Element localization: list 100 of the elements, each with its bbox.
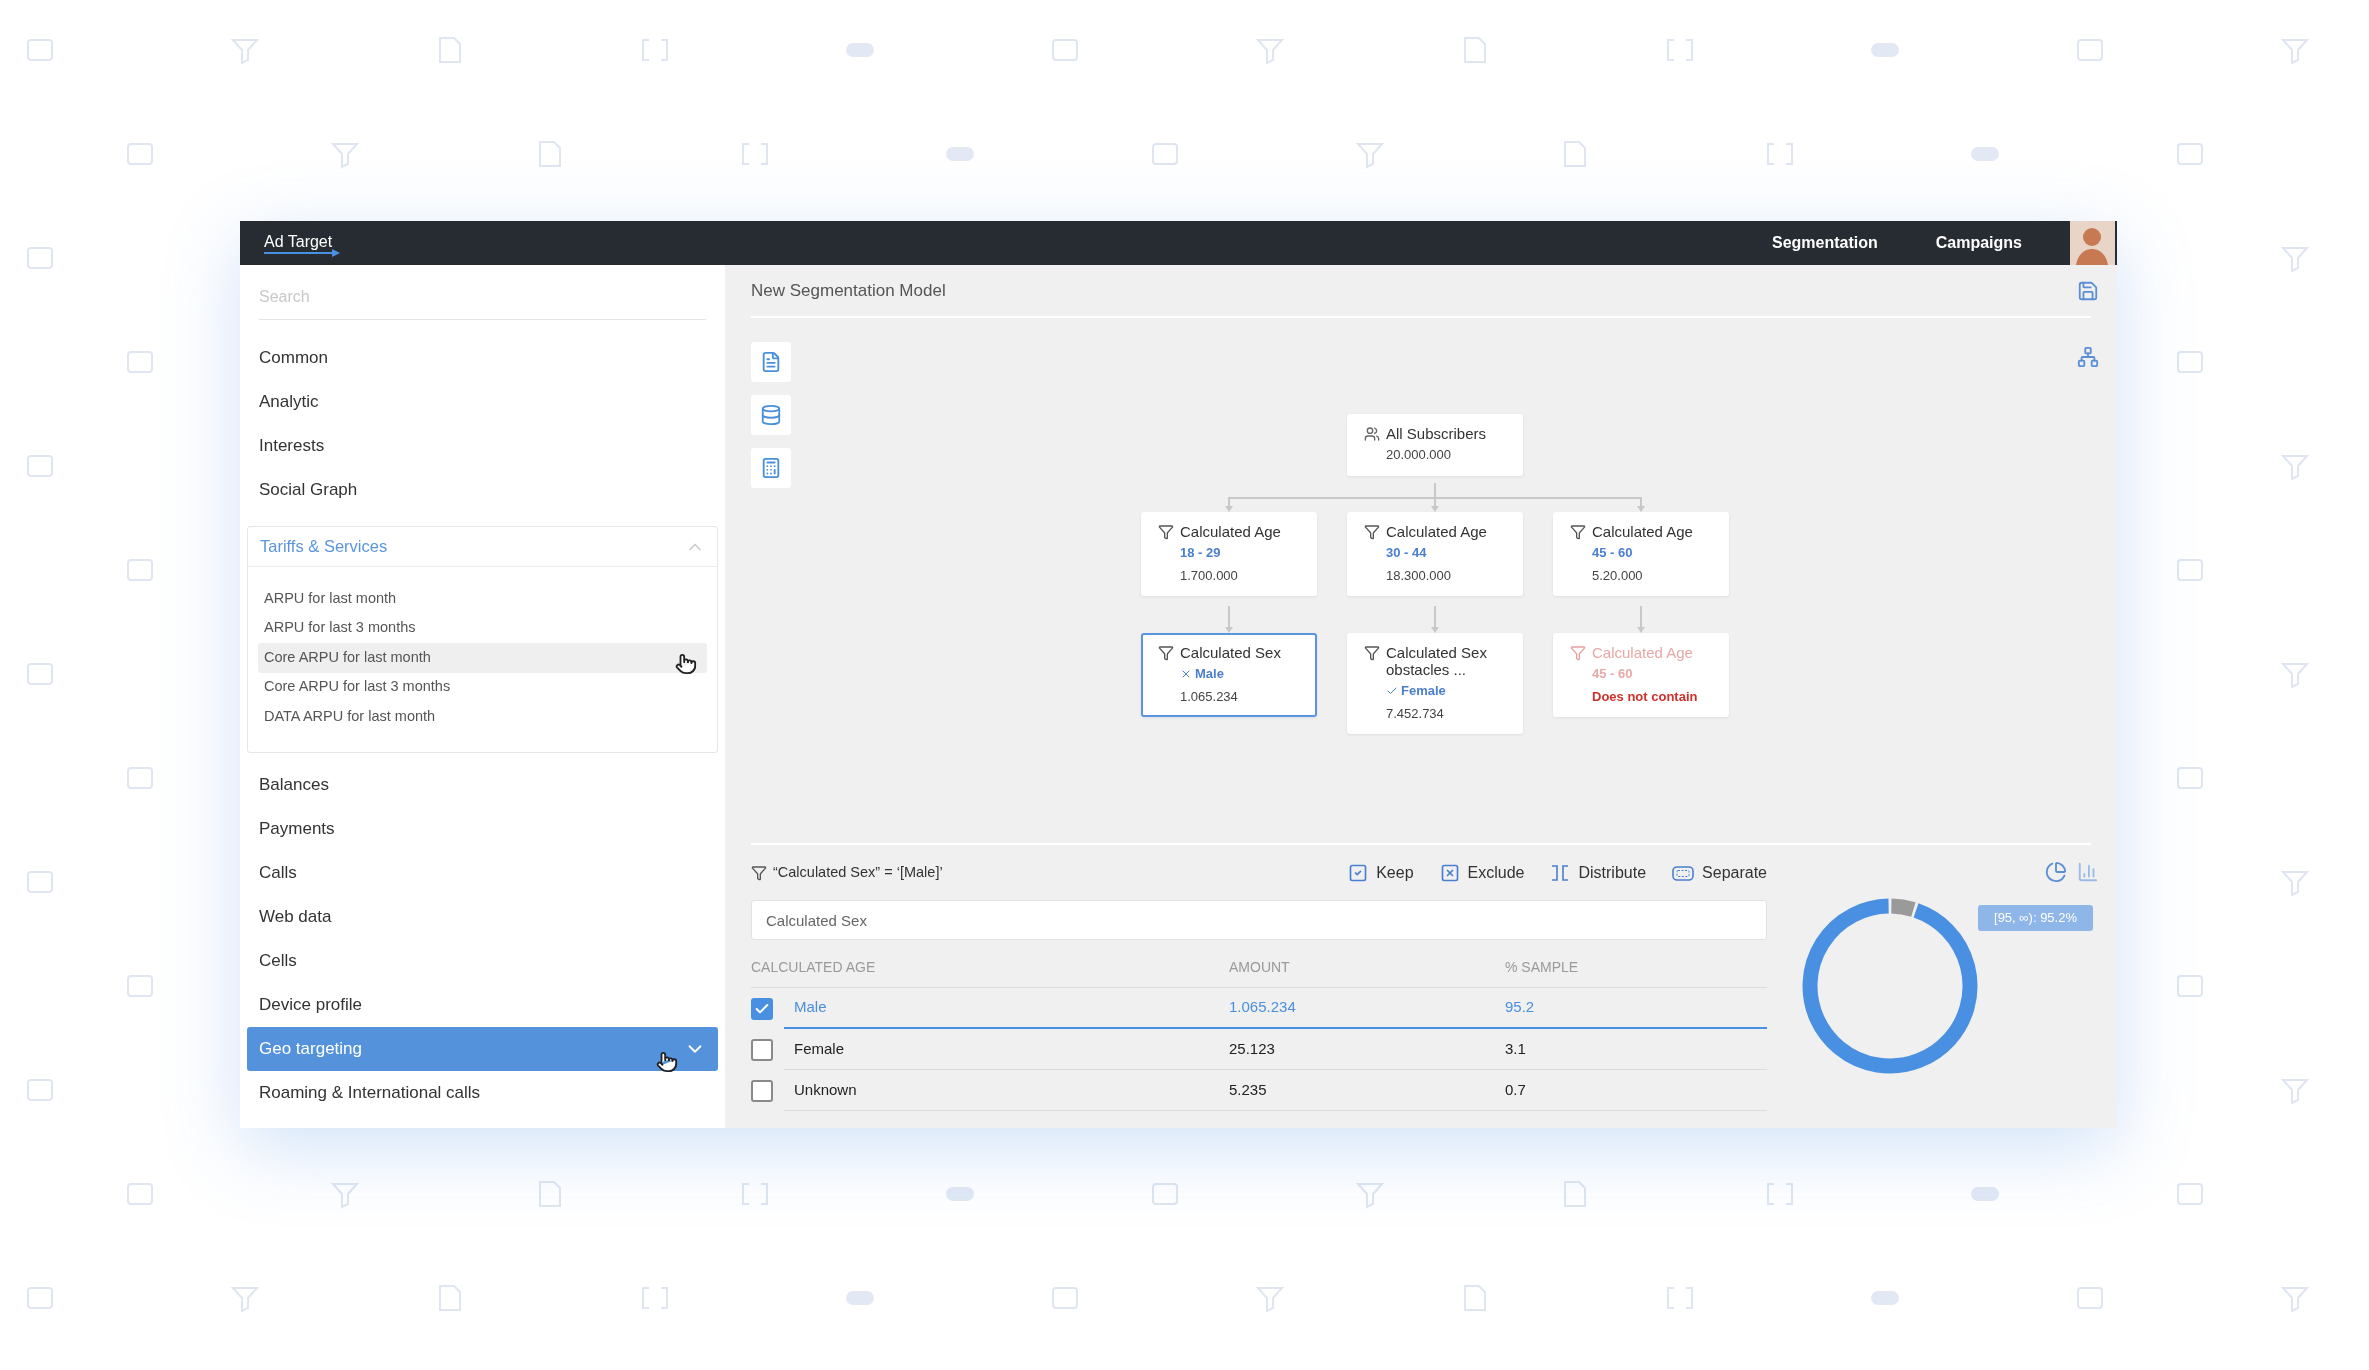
filter-icon <box>2280 1287 2310 1313</box>
table-row[interactable]: Unknown 5.235 0.7 <box>784 1070 1767 1111</box>
document-icon <box>1564 141 1586 167</box>
calculator-icon <box>760 457 782 479</box>
toggle-icon <box>1871 43 1899 57</box>
hierarchy-icon[interactable] <box>2077 346 2099 368</box>
row-checkbox[interactable] <box>751 1038 773 1061</box>
connector-arrow <box>1637 497 1645 512</box>
checkbox-icon <box>1348 862 1369 883</box>
table-row[interactable]: Female 25.123 3.1 <box>784 1029 1767 1070</box>
square-icon <box>1152 143 1178 165</box>
category-item[interactable]: Analytic <box>247 380 718 424</box>
filter-icon <box>230 1287 260 1313</box>
category-item[interactable]: Cells <box>247 938 718 983</box>
square-icon <box>27 247 53 269</box>
filter-action[interactable]: Keep <box>1348 860 1414 885</box>
row-checkbox[interactable] <box>751 997 773 1020</box>
node-title: Calculated Sex <box>1180 644 1281 661</box>
square-icon <box>27 39 53 61</box>
node-value: 30 - 44 <box>1386 544 1427 562</box>
segment-node[interactable]: Calculated Age 18 - 29 1.700.000 <box>1141 512 1317 596</box>
segment-node[interactable]: Calculated Sex obstacles ... Female 7.452.734 <box>1347 633 1523 734</box>
node-note: Does not contain <box>1592 687 1699 706</box>
filter-action[interactable]: Distribute <box>1550 860 1647 885</box>
document-icon <box>439 1285 461 1311</box>
filter-action[interactable]: Exclude <box>1439 860 1525 885</box>
category-item[interactable]: Social Graph <box>247 468 718 512</box>
filter-icon <box>2280 39 2310 65</box>
filter-icon <box>1158 645 1174 661</box>
node-count: 18.300.000 <box>1386 566 1453 585</box>
category-item[interactable]: Interests <box>247 424 718 468</box>
toggle-icon <box>946 1187 974 1201</box>
avatar[interactable] <box>2070 221 2115 265</box>
category-item[interactable]: Balances <box>247 762 718 807</box>
square-icon <box>2177 767 2203 789</box>
model-title: New Segmentation Model <box>751 279 946 302</box>
square-icon <box>127 975 153 997</box>
app-logo[interactable]: Ad Target <box>264 232 333 254</box>
sub-item[interactable]: ARPU for last month <box>258 584 707 614</box>
document-tool[interactable] <box>751 342 791 382</box>
connector-arrow <box>1225 605 1233 633</box>
category-item[interactable]: Device profile <box>247 982 718 1027</box>
square-icon <box>2177 351 2203 373</box>
sub-item[interactable]: ARPU for last 3 months <box>258 613 707 643</box>
filter-icon <box>1364 645 1380 661</box>
cross-box-icon <box>1439 862 1460 883</box>
calculator-tool[interactable] <box>751 448 791 488</box>
filter-action[interactable]: Separate <box>1672 860 1767 885</box>
save-icon[interactable] <box>2077 279 2099 302</box>
square-icon <box>1052 1287 1078 1309</box>
category-item[interactable]: Roaming & International calls <box>247 1070 718 1115</box>
square-icon <box>27 1079 53 1101</box>
sub-item[interactable]: DATA ARPU for last month <box>258 702 707 732</box>
category-item[interactable]: Calls <box>247 850 718 895</box>
brackets-icon <box>642 1287 668 1309</box>
square-icon <box>2177 143 2203 165</box>
value-field[interactable]: Calculated Sex <box>751 900 1767 940</box>
sub-item[interactable]: Core ARPU for last month <box>258 643 707 673</box>
segment-node[interactable]: Calculated Age 30 - 44 18.300.000 <box>1347 512 1523 596</box>
document-icon <box>1464 37 1486 63</box>
square-icon <box>127 351 153 373</box>
square-icon <box>127 767 153 789</box>
node-count: 20.000.000 <box>1386 446 1453 464</box>
node-value: Male <box>1195 665 1224 683</box>
node-title: All Subscribers <box>1386 425 1487 442</box>
column-header: CALCULATED AGE <box>751 958 877 977</box>
table-cell-text: 0.7 <box>1505 1079 1527 1100</box>
nav-link[interactable]: Segmentation <box>1771 231 1878 255</box>
toggle-icon <box>846 43 874 57</box>
filter-icon <box>330 143 360 169</box>
square-icon <box>2077 1287 2103 1309</box>
connector-arrow <box>1431 605 1439 633</box>
sub-item[interactable]: Core ARPU for last 3 months <box>258 672 707 702</box>
filter-icon <box>1158 524 1174 540</box>
category-item[interactable]: Common <box>247 336 718 380</box>
bar-chart-icon[interactable] <box>2077 861 2099 883</box>
square-icon <box>1052 39 1078 61</box>
toggle-icon <box>846 1291 874 1305</box>
filter-expression: “Calculated Sex” = ‘[Male]’ <box>773 862 943 882</box>
segment-node[interactable]: Calculated Age 45 - 60 5.20.000 <box>1553 512 1729 596</box>
row-checkbox[interactable] <box>751 1079 773 1102</box>
square-icon <box>27 455 53 477</box>
filter-icon <box>1255 39 1285 65</box>
filter-icon <box>1355 1183 1385 1209</box>
square-icon <box>2177 975 2203 997</box>
category-item[interactable]: Payments <box>247 806 718 851</box>
document-icon <box>1464 1285 1486 1311</box>
column-header: % SAMPLE <box>1505 958 1580 977</box>
filter-icon <box>330 1183 360 1209</box>
filter-icon <box>1364 524 1380 540</box>
segment-node[interactable]: All Subscribers 20.000.000 <box>1347 414 1523 476</box>
table-cell-text: 1.065.234 <box>1229 997 1297 1018</box>
segment-node[interactable]: Calculated Sex Male 1.065.234 <box>1141 633 1317 717</box>
table-cell-text: Male <box>793 997 828 1018</box>
category-item[interactable]: Web data <box>247 894 718 939</box>
brackets-icon <box>1667 1287 1693 1309</box>
nav-link[interactable]: Campaigns <box>1935 231 2022 255</box>
database-tool[interactable] <box>751 395 791 435</box>
pie-chart-icon[interactable] <box>2045 861 2067 883</box>
filter-icon <box>230 39 260 65</box>
